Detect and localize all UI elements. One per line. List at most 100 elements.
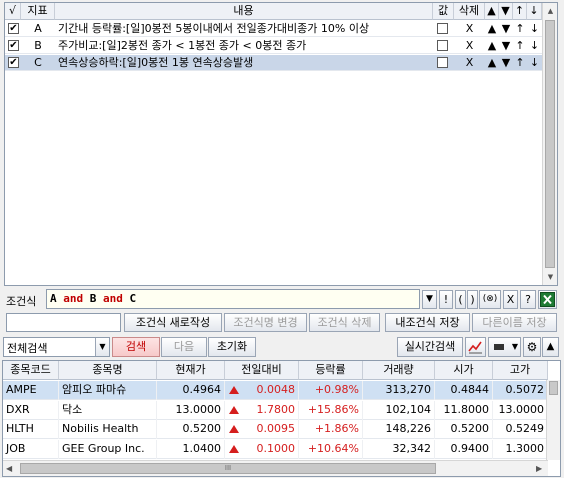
- row-c-content[interactable]: 연속상승하락:[일]0봉전 1봉 연속상승발생: [58, 55, 432, 71]
- table-row[interactable]: AMPE 암피오 파마슈 0.4964 0.0048 +0.98% 313,270 0.48…: [3, 381, 548, 400]
- row-c-move-bottom-button[interactable]: ▼: [499, 55, 513, 71]
- row-c-move-down-button[interactable]: ↓: [527, 55, 542, 71]
- view-toggle-button[interactable]: ▼: [488, 337, 521, 357]
- row-c-indicator: C: [34, 56, 42, 69]
- row-a-delete-button[interactable]: X: [454, 21, 485, 37]
- up-triangle-icon: [229, 425, 239, 433]
- right-paren-button[interactable]: ): [467, 290, 478, 309]
- not-operator-button[interactable]: !: [439, 290, 453, 309]
- row-c-checkbox[interactable]: ✔: [8, 57, 19, 68]
- scroll-thumb[interactable]: [549, 381, 558, 395]
- left-paren-button[interactable]: (: [455, 290, 466, 309]
- square-icon: [494, 344, 504, 350]
- cell-high-value: 0.5072: [505, 383, 545, 396]
- column-change: 전일대비: [225, 361, 299, 380]
- chevron-down-icon[interactable]: ▼: [95, 338, 109, 356]
- search-button[interactable]: 검색: [112, 337, 160, 357]
- formula-operator: and: [63, 292, 84, 305]
- row-a-checkbox[interactable]: ✔: [8, 23, 19, 34]
- scroll-left-arrow-icon[interactable]: ◀: [6, 461, 12, 476]
- scroll-down-arrow-icon[interactable]: ▼: [544, 270, 557, 284]
- next-button[interactable]: 다음: [161, 337, 207, 357]
- cell-price-value: 0.4964: [182, 383, 222, 396]
- cell-name-value: 암피오 파마슈: [62, 383, 127, 396]
- row-a-move-down-button[interactable]: ↓: [527, 21, 542, 37]
- cell-code: AMPE: [3, 381, 59, 400]
- results-vscrollbar[interactable]: [546, 380, 560, 460]
- condition-list-scrollbar[interactable]: ▲ ▼: [542, 3, 557, 285]
- new-condition-button[interactable]: 조건식 새로작성: [124, 313, 222, 332]
- cell-rate-value: +1.86%: [314, 422, 359, 435]
- cell-price: 0.5200: [157, 420, 225, 439]
- cell-rate-value: +10.64%: [307, 441, 359, 455]
- row-b-move-bottom-button[interactable]: ▼: [499, 38, 513, 54]
- cell-change-value: 0.1000: [256, 441, 296, 455]
- row-b-move-down-button[interactable]: ↓: [527, 38, 542, 54]
- column-content: 내용: [55, 3, 433, 20]
- row-a-content[interactable]: 기간내 등락률:[일]0봉전 5봉이내에서 전일종가대비종가 10% 이상: [58, 21, 432, 37]
- row-b-checkbox[interactable]: ✔: [8, 40, 19, 51]
- cell-open-value: 0.5200: [450, 422, 490, 435]
- formula-dropdown-button[interactable]: ▼: [422, 290, 437, 309]
- row-b-content[interactable]: 주가비교:[일]2봉전 종가 < 1봉전 종가 < 0봉전 종가: [58, 38, 432, 54]
- condition-row-b[interactable]: ✔ B 주가비교:[일]2봉전 종가 < 1봉전 종가 < 0봉전 종가 X ▲…: [5, 38, 542, 54]
- row-a-move-up-button[interactable]: ↑: [513, 21, 527, 37]
- hscroll-thumb[interactable]: III: [20, 463, 436, 474]
- cell-volume: 313,270: [363, 381, 435, 400]
- reset-button[interactable]: 초기화: [208, 337, 256, 357]
- results-hscrollbar[interactable]: ◀ III ▶: [3, 460, 548, 476]
- table-row[interactable]: HLTH Nobilis Health 0.5200 0.0095 +1.86% 148,…: [3, 420, 548, 439]
- rename-condition-button[interactable]: 조건식명 변경: [224, 313, 307, 332]
- row-c-delete-button[interactable]: X: [454, 55, 485, 71]
- cell-rate: +1.86%: [299, 420, 363, 439]
- condition-row-c[interactable]: ✔ C 연속상승하락:[일]0봉전 1봉 연속상승발생 X ▲ ▼ ↑ ↓: [5, 55, 542, 71]
- save-as-button[interactable]: 다른이름 저장: [472, 313, 557, 332]
- row-c-move-up-button[interactable]: ↑: [513, 55, 527, 71]
- table-row[interactable]: DXR 닥소 13.0000 1.7800 +15.86% 102,104 11.8000 1…: [3, 400, 548, 420]
- row-c-value-checkbox[interactable]: [437, 57, 448, 68]
- row-b-delete-button[interactable]: X: [454, 38, 485, 54]
- row-a-move-bottom-button[interactable]: ▼: [499, 21, 513, 37]
- clear-parens-button[interactable]: (⊗): [479, 290, 501, 309]
- save-condition-button[interactable]: 내조건식 저장: [385, 313, 470, 332]
- cell-open-value: 0.4844: [450, 383, 490, 396]
- search-scope-select[interactable]: 전체검색 ▼: [3, 337, 110, 357]
- chart-button[interactable]: [465, 337, 486, 357]
- cell-open: 0.5200: [435, 420, 493, 439]
- realtime-search-button[interactable]: 실시간검색: [397, 337, 463, 357]
- scroll-up-arrow-icon[interactable]: ▲: [544, 4, 557, 18]
- cell-code-value: DXR: [6, 402, 30, 416]
- cell-name-value: 닥소: [62, 402, 83, 416]
- cell-code: HLTH: [3, 420, 59, 439]
- row-b-move-top-button[interactable]: ▲: [485, 38, 499, 54]
- column-check: √: [5, 3, 21, 20]
- column-value: 값: [433, 3, 454, 20]
- row-b-value-checkbox[interactable]: [437, 40, 448, 51]
- column-code: 종목코드: [3, 361, 59, 380]
- delete-condition-button[interactable]: 조건식 삭제: [309, 313, 380, 332]
- collapse-button[interactable]: ▲: [542, 337, 559, 357]
- scroll-thumb[interactable]: [545, 20, 555, 268]
- row-c-move-top-button[interactable]: ▲: [485, 55, 499, 71]
- scroll-right-arrow-icon[interactable]: ▶: [536, 461, 542, 476]
- cell-code: DXR: [3, 400, 59, 420]
- row-a-move-top-button[interactable]: ▲: [485, 21, 499, 37]
- formula-input[interactable]: A and B and C: [46, 289, 420, 309]
- help-button[interactable]: ?: [520, 290, 536, 309]
- column-rate: 등락률: [299, 361, 363, 380]
- condition-name-input[interactable]: [6, 313, 121, 332]
- cell-name-value: GEE Group Inc.: [62, 441, 145, 455]
- excel-export-button[interactable]: [538, 290, 557, 309]
- cell-open: 0.4844: [435, 381, 493, 400]
- settings-button[interactable]: ⚙: [523, 337, 541, 357]
- chevron-down-icon: ▼: [511, 342, 518, 351]
- column-move-bottom: ▼: [499, 3, 513, 20]
- table-row[interactable]: JOB GEE Group Inc. 1.0400 0.1000 +10.64% 32,3…: [3, 439, 548, 459]
- row-b-move-up-button[interactable]: ↑: [513, 38, 527, 54]
- row-a-value-checkbox[interactable]: [437, 23, 448, 34]
- formula-x-button[interactable]: X: [503, 290, 518, 309]
- column-move-up: ↑: [513, 3, 527, 20]
- formula-text: A and B and C: [50, 292, 136, 305]
- cell-rate: +15.86%: [299, 400, 363, 420]
- condition-row-a[interactable]: ✔ A 기간내 등락률:[일]0봉전 5봉이내에서 전일종가대비종가 10% 이…: [5, 21, 542, 37]
